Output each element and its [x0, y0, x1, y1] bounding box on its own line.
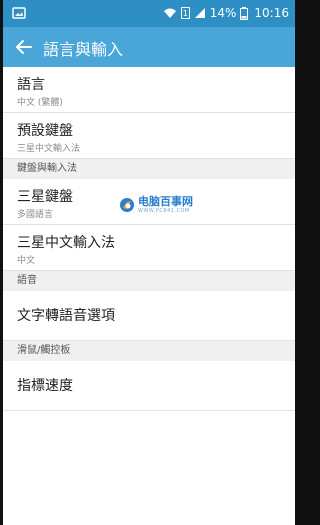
settings-list: 語言 中文 (繁體) 預設鍵盤 三星中文輸入法 鍵盤與輸入法 三星鍵盤 多國語言… [3, 67, 295, 411]
tts-options-title: 文字轉語音選項 [17, 308, 115, 324]
language-title: 語言 [17, 77, 45, 93]
back-arrow-icon[interactable] [15, 38, 33, 56]
gallery-icon [12, 7, 26, 19]
watermark: 电脑百事网 WWW.PC841.COM [119, 196, 193, 214]
sim-icon: 1 [180, 7, 190, 19]
status-bar: 1 14% 10:16 [3, 0, 295, 27]
watermark-url: WWW.PC841.COM [138, 208, 190, 214]
default-keyboard-subtitle: 三星中文輸入法 [17, 144, 81, 154]
settings-screen: 1 14% 10:16 語言與輸入 語言 中文 (繁體) 預設鍵盤 三星中文輸入… [3, 0, 295, 525]
language-subtitle: 中文 (繁體) [17, 98, 63, 108]
status-icons: 1 14% 10:16 [163, 4, 289, 22]
default-keyboard-title: 預設鍵盤 [17, 123, 73, 139]
pointer-speed-item[interactable]: 指標速度 [3, 361, 295, 411]
default-keyboard-item[interactable]: 預設鍵盤 三星中文輸入法 [3, 113, 295, 159]
status-time: 10:16 [254, 6, 289, 20]
page-title: 語言與輸入 [43, 40, 124, 59]
tts-options-item[interactable]: 文字轉語音選項 [3, 291, 295, 341]
pointer-speed-title: 指標速度 [17, 378, 73, 394]
section-header-mouse: 滑鼠/觸控板 [3, 341, 295, 361]
samsung-chinese-input-title: 三星中文輸入法 [17, 235, 115, 251]
samsung-chinese-input-item[interactable]: 三星中文輸入法 中文 [3, 225, 295, 271]
app-bar: 語言與輸入 [3, 27, 295, 67]
watermark-logo-icon [120, 198, 134, 212]
watermark-text: 电脑百事网 [138, 195, 193, 208]
section-header-keyboard: 鍵盤與輸入法 [3, 159, 295, 179]
section-header-speech: 語音 [3, 271, 295, 291]
battery-icon [240, 6, 249, 20]
wifi-icon [163, 8, 176, 18]
signal-icon [194, 8, 205, 18]
samsung-chinese-input-subtitle: 中文 [17, 256, 36, 266]
battery-percent: 14% [209, 6, 237, 20]
language-item[interactable]: 語言 中文 (繁體) [3, 67, 295, 113]
